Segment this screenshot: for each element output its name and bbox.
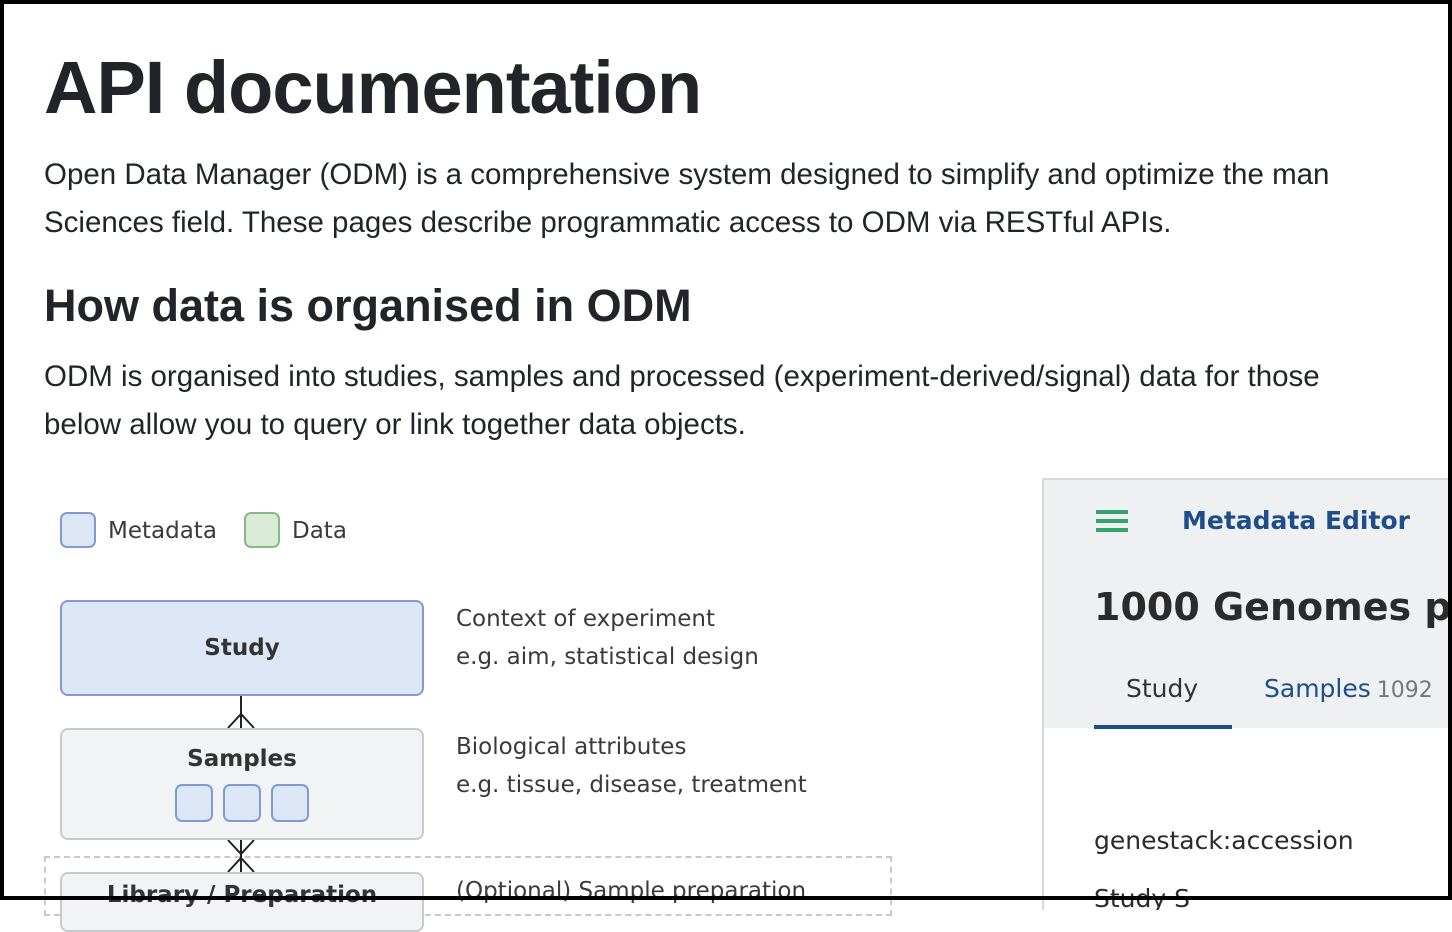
intro-line-1: Open Data Manager (ODM) is a comprehensi… xyxy=(44,158,1330,191)
tab-samples-label: Samples xyxy=(1264,674,1371,703)
active-tab-indicator xyxy=(1094,725,1232,729)
tab-samples[interactable]: Samples 1092 xyxy=(1264,672,1433,708)
study-box: Study xyxy=(60,600,424,696)
samples-description: Biological attributes e.g. tissue, disea… xyxy=(456,728,807,804)
study-description: Context of experiment e.g. aim, statisti… xyxy=(456,600,759,676)
library-preparation-description: (Optional) Sample preparation xyxy=(456,878,807,904)
organisation-line-2: below allow you to query or link togethe… xyxy=(44,408,746,441)
study-desc-line-1: Context of experiment xyxy=(456,606,715,632)
study-title: 1000 Genomes pha xyxy=(1094,585,1452,629)
app-title: Metadata Editor xyxy=(1182,506,1410,535)
intro-line-2: Sciences field. These pages describe pro… xyxy=(44,206,1172,239)
samples-desc-line-2: e.g. tissue, disease, treatment xyxy=(456,772,807,798)
accession-field-label: genestack:accession xyxy=(1094,826,1354,855)
sample-metadata-square xyxy=(271,784,309,822)
hamburger-menu-icon[interactable] xyxy=(1096,510,1130,534)
section-heading: How data is organised in ODM xyxy=(44,280,692,331)
tab-study[interactable]: Study xyxy=(1126,672,1198,706)
study-desc-line-2: e.g. aim, statistical design xyxy=(456,644,759,670)
samples-desc-line-1: Biological attributes xyxy=(456,734,687,760)
sample-metadata-square xyxy=(175,784,213,822)
study-field-label: Study S xyxy=(1094,884,1190,910)
library-preparation-label: Library / Preparation xyxy=(106,882,378,908)
data-model-diagram: Metadata Data Study Context of experimen… xyxy=(0,470,1000,932)
intro-paragraph: Open Data Manager (ODM) is a comprehensi… xyxy=(44,151,1452,247)
samples-box-label: Samples xyxy=(187,746,297,772)
organisation-paragraph: ODM is organised into studies, samples a… xyxy=(44,353,1452,449)
metadata-editor-panel: Metadata Editor 1000 Genomes pha Study S… xyxy=(1042,478,1452,910)
organisation-line-1: ODM is organised into studies, samples a… xyxy=(44,360,1320,393)
samples-count-badge: 1092 xyxy=(1376,678,1433,703)
library-preparation-box: Library / Preparation xyxy=(60,872,424,932)
page-title: API documentation xyxy=(44,46,702,129)
sample-metadata-square xyxy=(223,784,261,822)
samples-box: Samples xyxy=(60,728,424,840)
